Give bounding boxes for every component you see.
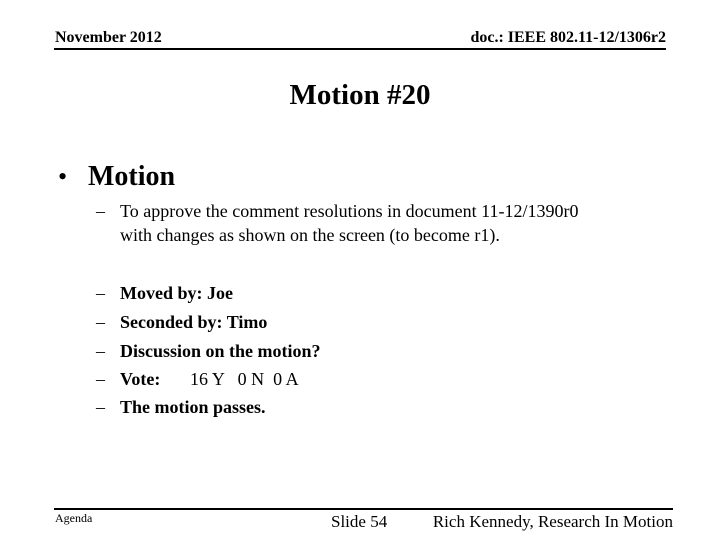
discussion: Discussion on the motion? bbox=[120, 341, 321, 361]
bullet-heading: Motion bbox=[88, 161, 176, 192]
motion-description-line-1: To approve the comment resolutions in do… bbox=[120, 201, 579, 221]
header-divider bbox=[54, 48, 666, 50]
dash-icon: – bbox=[96, 341, 105, 361]
vote-result: 16 Y 0 N 0 A bbox=[190, 369, 299, 389]
dash-icon: – bbox=[96, 201, 105, 221]
dash-icon: – bbox=[96, 283, 105, 303]
dash-icon: – bbox=[96, 369, 105, 389]
header-date: November 2012 bbox=[55, 29, 162, 46]
seconded-by: Seconded by: Timo bbox=[120, 312, 268, 332]
motion-result: The motion passes. bbox=[120, 397, 266, 417]
motion-description-line-2: with changes as shown on the screen (to … bbox=[120, 225, 500, 245]
footer-author: Rich Kennedy, Research In Motion bbox=[432, 512, 673, 531]
header-document-id: doc.: IEEE 802.11-12/1306r2 bbox=[470, 29, 666, 46]
vote-label: Vote: bbox=[120, 369, 161, 389]
bullet-icon: • bbox=[58, 162, 68, 191]
dash-icon: – bbox=[96, 397, 105, 417]
slide-number: Slide 54 bbox=[331, 512, 388, 531]
footer-section: Agenda bbox=[55, 511, 93, 525]
moved-by: Moved by: Joe bbox=[120, 283, 233, 303]
slide-title: Motion #20 bbox=[289, 79, 431, 111]
footer-divider bbox=[54, 508, 673, 510]
dash-icon: – bbox=[96, 312, 105, 332]
